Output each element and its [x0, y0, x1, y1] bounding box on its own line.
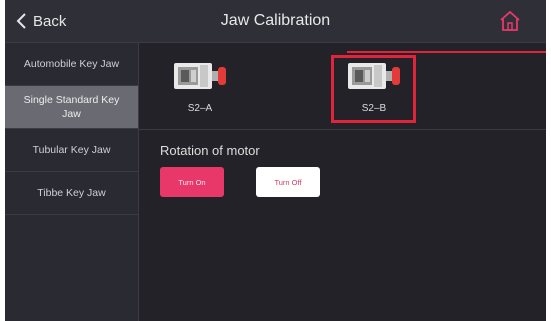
- jaw-label: S2–A: [187, 103, 213, 114]
- jaw-selector: S2–A S2–B: [139, 43, 546, 130]
- turn-off-button[interactable]: Turn Off: [256, 167, 320, 197]
- sidebar-item-single-standard-key-jaw[interactable]: Single Standard Key Jaw: [5, 86, 138, 129]
- jaw-option-s2-a[interactable]: S2–A: [169, 53, 231, 119]
- turn-on-button[interactable]: Turn On: [160, 167, 224, 197]
- sidebar-item-tibbe-key-jaw[interactable]: Tibbe Key Jaw: [5, 172, 138, 215]
- sidebar-item-automobile-key-jaw[interactable]: Automobile Key Jaw: [5, 43, 138, 86]
- main-panel: S2–A S2–B Rotation of motor Turn On Turn…: [139, 43, 546, 321]
- jaw-clamp-icon: [174, 63, 226, 89]
- app-screen: Back Jaw Calibration Automobile Key Jaw …: [5, 0, 546, 321]
- sidebar-item-label: Automobile Key Jaw: [23, 58, 120, 70]
- home-icon[interactable]: [498, 9, 522, 33]
- header-bar: Back Jaw Calibration: [5, 0, 546, 43]
- motor-rotation-label: Rotation of motor: [160, 143, 260, 158]
- sidebar-item-label: Tubular Key Jaw: [32, 144, 111, 156]
- selection-highlight: [331, 55, 416, 123]
- page-title: Jaw Calibration: [220, 12, 331, 29]
- sidebar: Automobile Key Jaw Single Standard Key J…: [5, 43, 139, 321]
- sidebar-item-tubular-key-jaw[interactable]: Tubular Key Jaw: [5, 129, 138, 172]
- sidebar-item-label: Single Standard Key Jaw: [23, 94, 120, 120]
- sidebar-item-label: Tibbe Key Jaw: [37, 187, 106, 199]
